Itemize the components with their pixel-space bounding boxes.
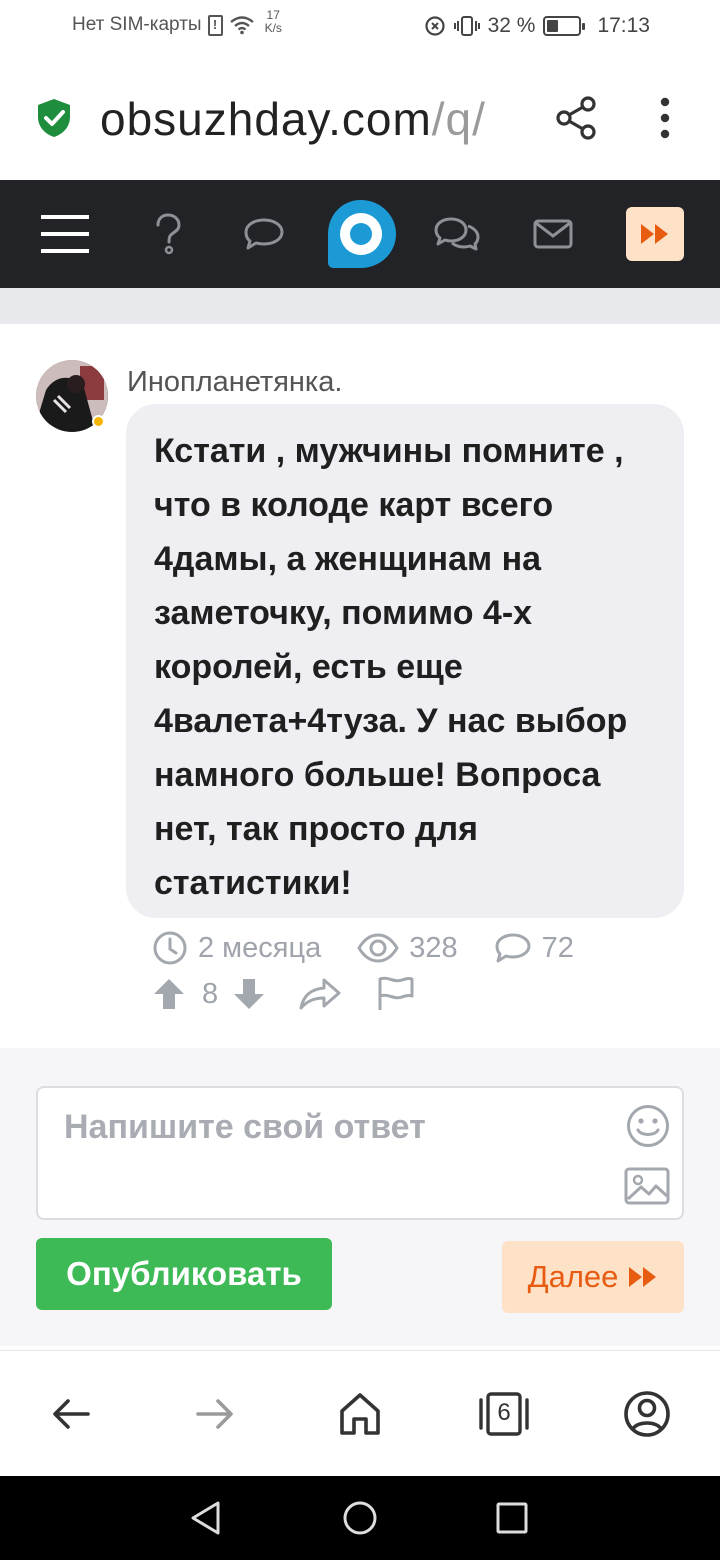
next-question-button[interactable]: [626, 207, 684, 261]
vote-count: 8: [202, 977, 219, 1010]
tabs-count: 6: [497, 1399, 511, 1426]
emoji-icon[interactable]: [626, 1104, 670, 1148]
hamburger-icon: [41, 215, 89, 253]
alarm-icon: [424, 16, 445, 36]
share-icon[interactable]: [552, 94, 600, 142]
network-speed: 17 K/s: [265, 9, 282, 35]
post-views: 328: [357, 931, 458, 965]
post-meta: 2 месяца 328 72: [152, 930, 610, 966]
browser-address-bar: obsuzhday.com/q/: [0, 56, 720, 180]
next-button-label: Далее: [527, 1259, 619, 1294]
wifi-icon: [229, 16, 254, 35]
online-status-dot: [92, 415, 105, 428]
status-bar: Нет SIM-карты ! 17 K/s 32 % 17:13: [0, 0, 720, 56]
fast-forward-icon: [629, 1267, 657, 1287]
url-field[interactable]: obsuzhday.com/q/: [100, 92, 530, 146]
system-recents-icon[interactable]: [494, 1500, 530, 1536]
status-right: 32 % 17:13: [424, 14, 650, 38]
status-left: Нет SIM-карты ! 17 K/s: [72, 9, 282, 36]
post-actions: 8: [152, 976, 416, 1012]
forward-arrow-icon[interactable]: [190, 1389, 240, 1439]
upvote-arrow-icon[interactable]: [152, 977, 186, 1011]
back-arrow-icon[interactable]: [46, 1389, 96, 1439]
clock-icon: [153, 931, 187, 965]
image-upload-icon[interactable]: [624, 1166, 670, 1206]
comment-icon: [495, 933, 531, 963]
profile-icon[interactable]: [622, 1389, 672, 1439]
post-bubble: Кстати , мужчины помните , что в колоде …: [126, 404, 684, 918]
page-separator: [0, 288, 720, 324]
mail-icon: [533, 219, 573, 249]
url-domain: obsuzhday.com: [100, 93, 432, 145]
android-nav-bar: [0, 1476, 720, 1560]
battery-icon: [543, 16, 586, 36]
answer-placeholder: Напишите свой ответ: [64, 1108, 426, 1146]
hamburger-menu-button[interactable]: [40, 208, 90, 260]
discussions-button[interactable]: [432, 208, 482, 260]
network-speed-unit: K/s: [264, 21, 282, 35]
chat-button[interactable]: [240, 208, 288, 260]
url-path: /q/: [431, 93, 486, 145]
post-time-label: 2 месяца: [198, 931, 322, 964]
answer-section: Напишите свой ответ Опубликовать Далее: [0, 1048, 720, 1346]
report-flag-icon[interactable]: [376, 976, 416, 1012]
messages-button[interactable]: [530, 208, 576, 260]
post-comments[interactable]: 72: [494, 932, 574, 965]
site-navbar: [0, 180, 720, 288]
post-text: Кстати , мужчины помните , что в колоде …: [154, 432, 628, 902]
questions-button[interactable]: [146, 208, 190, 260]
question-post: Инопланетянка. Кстати , мужчины помните …: [0, 324, 720, 1048]
views-count: 328: [409, 931, 458, 964]
question-icon: [156, 213, 181, 255]
eye-icon: [357, 933, 399, 963]
clock: 17:13: [597, 14, 650, 37]
secure-shield-icon[interactable]: [36, 98, 72, 138]
publish-button[interactable]: Опубликовать: [36, 1238, 332, 1310]
post-time: 2 месяца: [152, 930, 321, 966]
browser-toolbar: 6: [0, 1350, 720, 1476]
sim-alert-icon: !: [207, 14, 223, 36]
next-button[interactable]: Далее: [502, 1241, 684, 1313]
answer-input[interactable]: Напишите свой ответ: [36, 1086, 684, 1220]
home-icon[interactable]: [335, 1389, 385, 1439]
battery-percent: 32 %: [487, 14, 536, 37]
downvote-arrow-icon[interactable]: [232, 977, 266, 1011]
discussion-icon: [434, 217, 480, 251]
system-home-icon[interactable]: [342, 1500, 378, 1536]
comments-count: 72: [541, 931, 574, 964]
tabs-button[interactable]: 6: [476, 1389, 532, 1439]
fast-forward-icon: [641, 224, 668, 244]
author-name[interactable]: Инопланетянка.: [127, 366, 342, 399]
carrier-label: Нет SIM-карты: [72, 14, 202, 35]
system-back-icon[interactable]: [188, 1500, 224, 1536]
more-menu-icon[interactable]: [650, 94, 680, 142]
share-arrow-icon[interactable]: [298, 977, 342, 1011]
vibrate-icon: [453, 16, 480, 36]
chat-bubble-icon: [244, 218, 284, 250]
site-logo[interactable]: [324, 198, 398, 272]
